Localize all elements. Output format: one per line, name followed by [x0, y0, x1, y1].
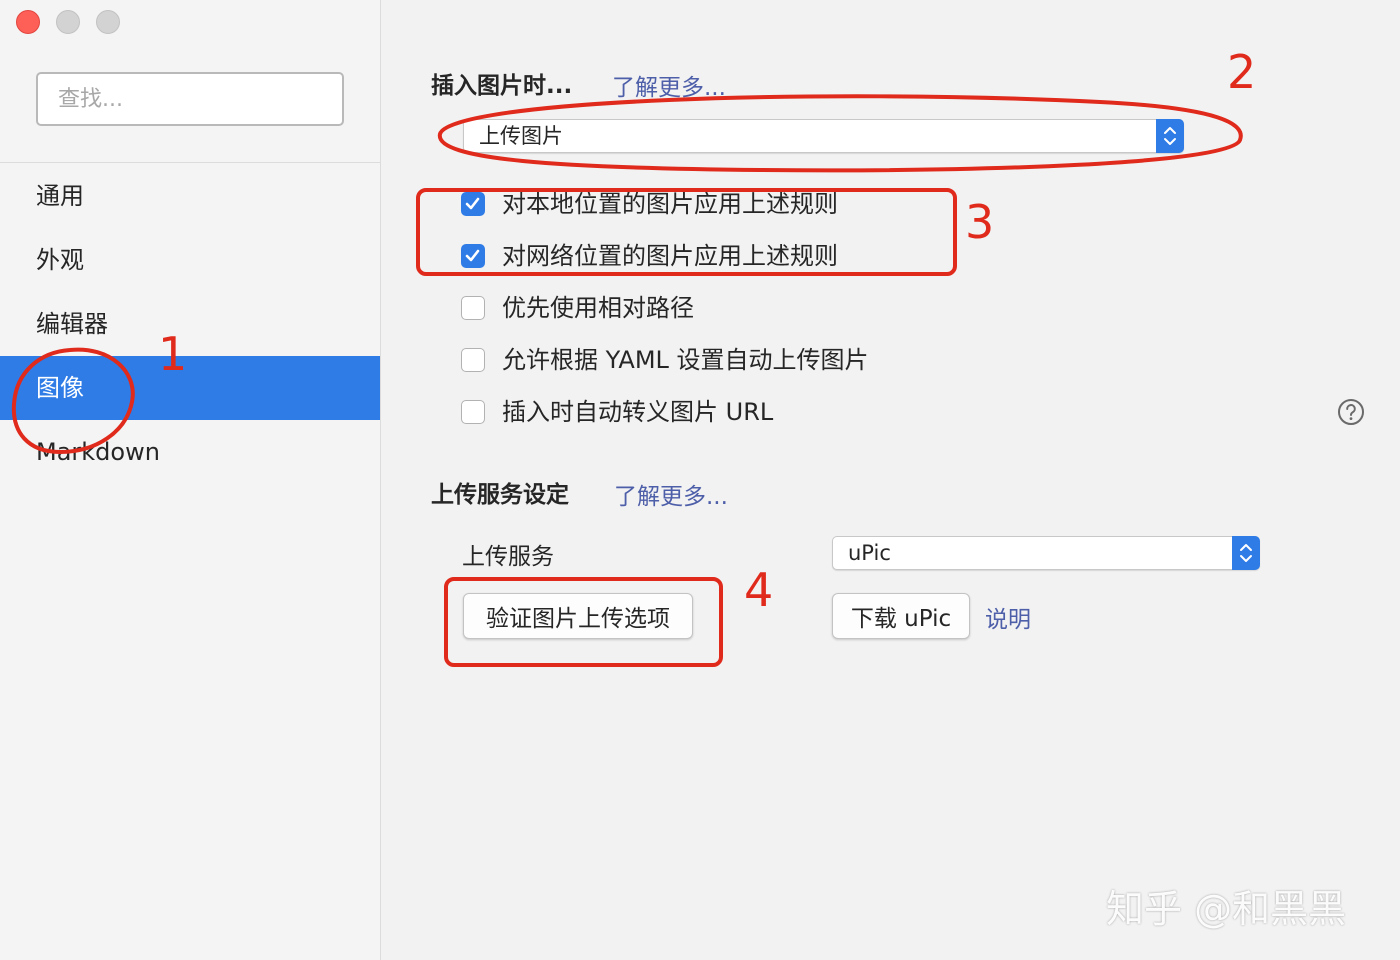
sidebar-item-image[interactable]: 图像 [0, 356, 380, 420]
insert-image-learn-more-link[interactable]: 了解更多... [612, 68, 726, 102]
validate-upload-button[interactable]: 验证图片上传选项 [463, 593, 693, 639]
sidebar-item-editor[interactable]: 编辑器 [0, 292, 380, 356]
option-escape-url-label: 插入时自动转义图片 URL [502, 398, 774, 426]
help-icon[interactable] [1337, 398, 1365, 426]
upic-help-link[interactable]: 说明 [985, 600, 1031, 634]
insert-image-action-select[interactable]: 上传图片 [463, 119, 1184, 153]
option-local-images-label: 对本地位置的图片应用上述规则 [502, 190, 838, 218]
checkbox-yaml-upload[interactable] [461, 348, 485, 372]
upload-service-select[interactable]: uPic [832, 536, 1260, 570]
search-input[interactable] [36, 72, 344, 126]
annotation-number-2: 2 [1227, 45, 1256, 99]
upload-service-title: 上传服务设定 [431, 482, 569, 508]
upload-service-label: 上传服务 [462, 544, 554, 570]
upload-service-learn-more-link[interactable]: 了解更多... [614, 477, 728, 511]
sidebar-item-general[interactable]: 通用 [0, 164, 380, 228]
select-stepper-icon [1156, 119, 1184, 153]
insert-image-title: 插入图片时... [431, 73, 573, 99]
checkbox-relative-path[interactable] [461, 296, 485, 320]
checkbox-escape-url[interactable] [461, 400, 485, 424]
checkbox-local-images[interactable] [461, 192, 485, 216]
sidebar-item-appearance[interactable]: 外观 [0, 228, 380, 292]
annotation-number-3: 3 [965, 195, 994, 249]
zhihu-watermark: 知乎 @和黑黑 [1106, 887, 1347, 931]
minimize-window-button[interactable] [56, 10, 80, 34]
insert-image-action-value: 上传图片 [479, 124, 563, 148]
select-stepper-icon [1232, 536, 1260, 570]
option-yaml-upload-label: 允许根据 YAML 设置自动上传图片 [502, 346, 869, 374]
close-window-button[interactable] [16, 10, 40, 34]
maximize-window-button[interactable] [96, 10, 120, 34]
sidebar-item-markdown[interactable]: Markdown [0, 420, 380, 484]
download-upic-button[interactable]: 下载 uPic [832, 593, 970, 639]
checkbox-network-images[interactable] [461, 244, 485, 268]
option-network-images-label: 对网络位置的图片应用上述规则 [502, 242, 838, 270]
sidebar: 通用 外观 编辑器 图像 Markdown [0, 0, 381, 960]
upload-service-value: uPic [848, 541, 891, 565]
option-relative-path-label: 优先使用相对路径 [502, 294, 694, 322]
annotation-number-4: 4 [744, 563, 773, 617]
sidebar-divider [0, 162, 380, 163]
